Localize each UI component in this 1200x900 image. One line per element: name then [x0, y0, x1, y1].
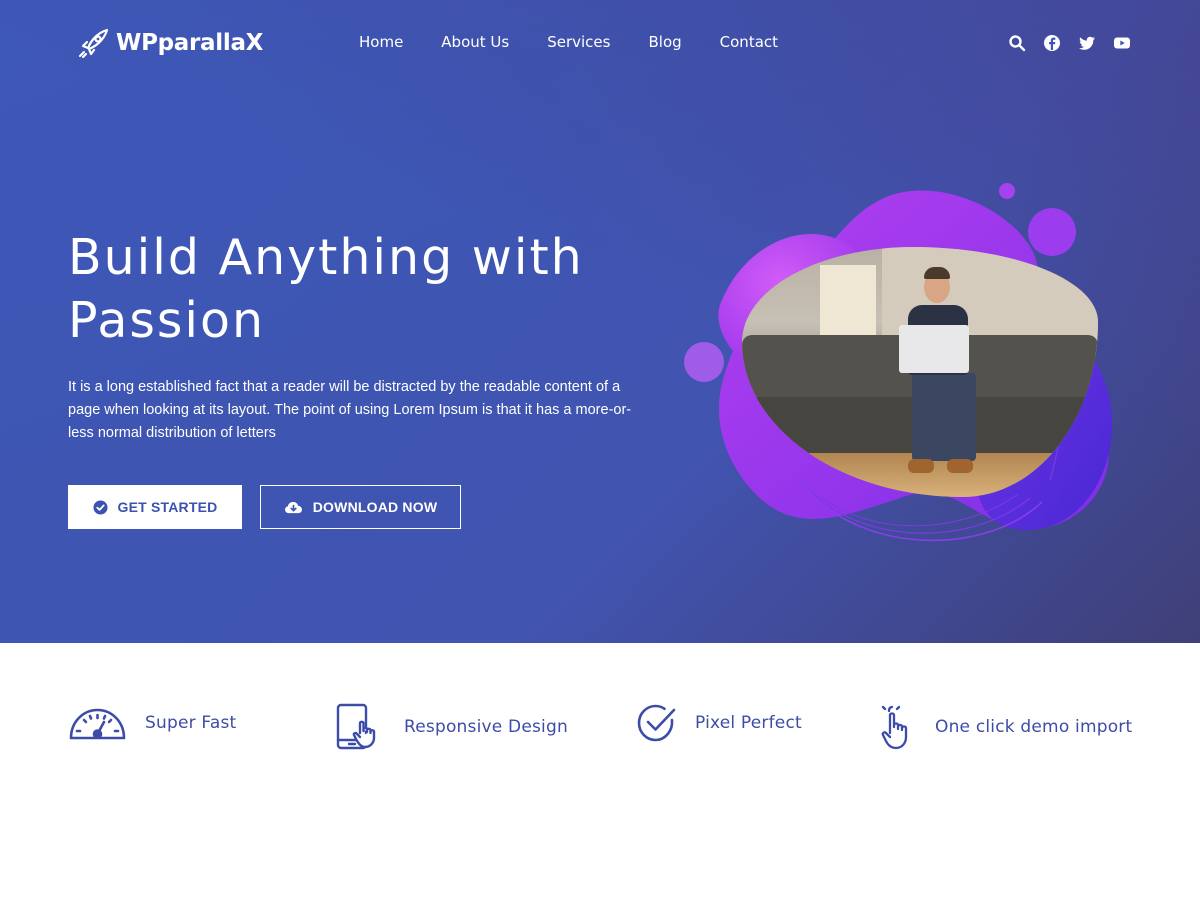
- tablet-touch-icon: [336, 703, 376, 750]
- hero-description: It is a long established fact that a rea…: [68, 379, 632, 441]
- check-circle-icon: [637, 704, 676, 742]
- feature-responsive-design: Responsive Design: [336, 703, 568, 751]
- search-icon[interactable]: [1008, 34, 1026, 52]
- nav-services[interactable]: Services: [547, 33, 610, 51]
- main-nav: Home About Us Services Blog Contact: [359, 33, 816, 51]
- feature-pixel-perfect: Pixel Perfect: [637, 703, 802, 743]
- feature-label: Pixel Perfect: [695, 713, 802, 733]
- laptop-icon: [899, 325, 969, 373]
- feature-super-fast: Super Fast: [68, 703, 236, 743]
- bubble-small: [999, 183, 1015, 199]
- site-logo[interactable]: WPparallaX: [74, 24, 263, 62]
- twitter-icon[interactable]: [1078, 34, 1096, 52]
- download-now-label: DOWNLOAD NOW: [312, 499, 438, 515]
- facebook-icon[interactable]: [1043, 34, 1061, 52]
- rocket-icon: [78, 28, 109, 59]
- get-started-button[interactable]: GET STARTED: [68, 485, 242, 529]
- header-icons: [1008, 34, 1131, 52]
- hero-photo-man-on-sofa: [742, 247, 1098, 497]
- nav-home[interactable]: Home: [359, 33, 403, 51]
- get-started-label: GET STARTED: [117, 499, 218, 515]
- cloud-download-icon: [284, 501, 302, 513]
- download-now-button[interactable]: DOWNLOAD NOW: [260, 485, 461, 529]
- speedometer-icon: [69, 708, 126, 740]
- youtube-icon[interactable]: [1113, 34, 1131, 52]
- feature-label: Super Fast: [145, 713, 237, 733]
- hero-section: WPparallaX Home About Us Services Blog C…: [0, 0, 1200, 643]
- pointer-hand-icon: [881, 705, 908, 750]
- features-section: Super Fast Responsive Design Pixel Perfe…: [0, 643, 1200, 900]
- hero-title: Build Anything with Passion: [68, 229, 584, 349]
- check-circle-icon: [92, 499, 108, 515]
- logo-text: WPparallaX: [116, 30, 264, 56]
- nav-about-us[interactable]: About Us: [441, 33, 509, 51]
- nav-blog[interactable]: Blog: [648, 33, 681, 51]
- feature-label: One click demo import: [935, 717, 1133, 737]
- nav-contact[interactable]: Contact: [720, 33, 778, 51]
- bubble-left: [684, 342, 724, 382]
- feature-label: Responsive Design: [404, 717, 568, 737]
- feature-one-click-demo-import: One click demo import: [879, 703, 1132, 751]
